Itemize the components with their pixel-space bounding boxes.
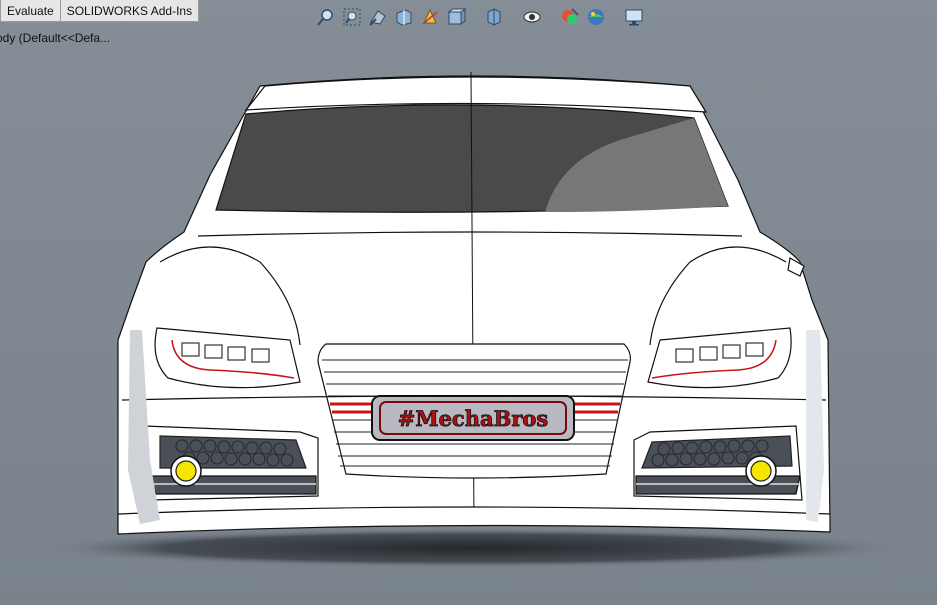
zoom-to-fit-icon[interactable] bbox=[316, 7, 336, 27]
tab-solidworks-add-ins[interactable]: SOLIDWORKS Add-Ins bbox=[60, 0, 200, 22]
view-settings-icon[interactable] bbox=[624, 7, 644, 27]
fog-lower-bar-right bbox=[635, 475, 801, 495]
heads-up-view-toolbar bbox=[316, 5, 650, 29]
license-plate-text: #MechaBros bbox=[398, 406, 549, 431]
view-orientation-icon[interactable] bbox=[446, 7, 466, 27]
hide-show-items-icon[interactable] bbox=[522, 7, 542, 27]
graphics-area[interactable]: #MechaBros bbox=[0, 0, 937, 605]
previous-view-icon[interactable] bbox=[368, 7, 388, 27]
tab-evaluate[interactable]: Evaluate bbox=[0, 0, 61, 22]
display-style-icon[interactable] bbox=[484, 7, 504, 27]
command-manager-tabs: Evaluate SOLIDWORKS Add-Ins bbox=[0, 0, 200, 24]
feature-tree-root-label[interactable]: ody (Default<<Defa... bbox=[0, 31, 110, 45]
section-view-icon[interactable] bbox=[394, 7, 414, 27]
ground-shadow bbox=[32, 528, 912, 568]
apply-scene-icon[interactable] bbox=[586, 7, 606, 27]
edit-appearance-icon[interactable] bbox=[560, 7, 580, 27]
zoom-to-area-icon[interactable] bbox=[342, 7, 362, 27]
dynamic-annotation-icon[interactable] bbox=[420, 7, 440, 27]
